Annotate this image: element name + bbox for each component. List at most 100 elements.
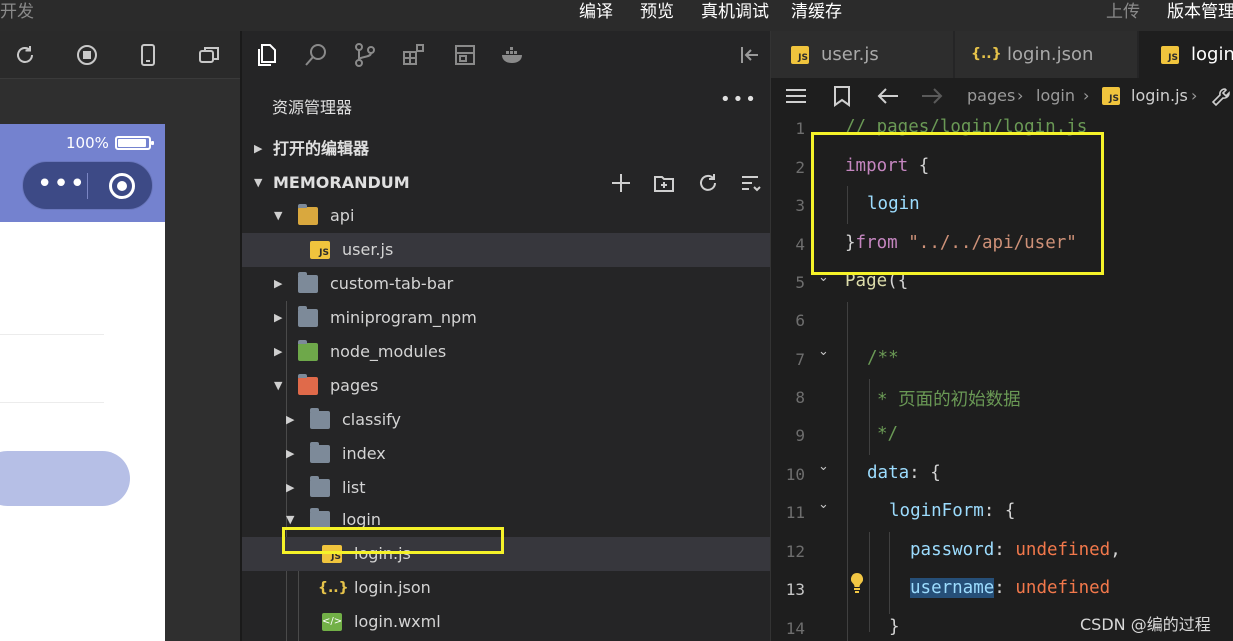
breadcrumb-item[interactable]: login <box>1036 78 1075 113</box>
open-editors-section[interactable]: ▶ 打开的编辑器 <box>242 133 772 165</box>
refresh-explorer-icon[interactable] <box>697 172 719 194</box>
more-dots-icon[interactable]: ••• <box>37 171 85 197</box>
lightbulb-icon[interactable] <box>849 572 865 594</box>
code-line-10[interactable]: data: { <box>867 463 941 483</box>
arrow-left-icon[interactable] <box>877 87 899 105</box>
chevron-right-icon: ▶ <box>286 413 295 426</box>
explorer-title: 资源管理器 <box>272 98 353 117</box>
tree-file-login-json[interactable]: {..} login.json <box>242 571 772 605</box>
list-icon[interactable] <box>785 87 807 105</box>
js-file-icon: JS <box>310 241 330 259</box>
tree-folder-index[interactable]: ▶ index <box>242 437 772 471</box>
code-line-8[interactable]: * 页面的初始数据 <box>877 386 1021 411</box>
tree-folder-list[interactable]: ▶ list <box>242 471 772 505</box>
new-file-icon[interactable] <box>610 172 632 194</box>
tree-folder-custom-tab-bar[interactable]: ▶ custom-tab-bar <box>242 267 772 301</box>
files-icon[interactable] <box>254 42 280 68</box>
tree-item-label: user.js <box>342 240 394 259</box>
fold-chevron-icon[interactable]: ⌄ <box>818 344 829 359</box>
line-number: 12 <box>785 542 805 561</box>
code-line-7[interactable]: /** <box>867 348 899 368</box>
code-line-3[interactable]: login <box>867 194 920 214</box>
menu-version[interactable]: 版本管理 <box>1167 0 1233 31</box>
menu-clear-cache[interactable]: 清缓存 <box>791 0 842 31</box>
tree-item-label: node_modules <box>330 342 447 361</box>
arrow-right-icon[interactable] <box>921 87 943 105</box>
more-actions-icon[interactable]: ••• <box>720 89 758 110</box>
stop-icon[interactable] <box>75 43 99 67</box>
js-file-icon: JS <box>791 46 809 64</box>
tree-item-label: api <box>330 206 355 225</box>
menu-compile[interactable]: 编译 <box>579 0 613 31</box>
new-folder-icon[interactable] <box>653 172 675 194</box>
breadcrumb-item[interactable]: login.js <box>1131 78 1188 113</box>
tab-user-js[interactable]: JS user.js <box>771 31 954 78</box>
menu-dev[interactable]: 开发 <box>0 0 34 31</box>
project-section[interactable]: ▼ MEMORANDUM <box>242 167 772 199</box>
tree-file-login-js[interactable]: JS login.js <box>242 537 772 571</box>
code-line-5[interactable]: Page({ <box>845 271 908 291</box>
docker-icon[interactable] <box>500 42 526 68</box>
tree-folder-login[interactable]: ▼ login <box>242 503 772 537</box>
tree-folder-pages[interactable]: ▼ pages <box>242 369 772 403</box>
menu-capsule[interactable]: ••• <box>22 161 153 210</box>
chevron-right-icon: ▶ <box>274 277 283 290</box>
editor-tabs: JS user.js {..} login.json JS login.js <box>771 31 1233 78</box>
pages-folder-icon <box>298 374 318 395</box>
menu-real-debug[interactable]: 真机调试 <box>701 0 769 31</box>
battery-icon <box>115 136 154 150</box>
tab-login-json[interactable]: {..} login.json <box>955 31 1138 78</box>
code-line-13[interactable]: username: undefined <box>910 578 1110 598</box>
tree-item-label: custom-tab-bar <box>330 274 454 293</box>
chevron-right-icon: › <box>1083 86 1090 105</box>
indent-guide <box>869 379 870 455</box>
explorer-panel: 资源管理器 ••• ▶ 打开的编辑器 ▼ MEMORANDUM ▼ api JS… <box>240 31 772 641</box>
tree-file-login-wxml[interactable]: </> login.wxml <box>242 605 772 639</box>
tree-item-label: login.wxml <box>354 612 441 631</box>
chevron-down-icon: ▼ <box>274 379 283 392</box>
tree-folder-miniprogram-npm[interactable]: ▶ miniprogram_npm <box>242 301 772 335</box>
folder-icon <box>310 408 330 429</box>
code-line-14[interactable]: } <box>889 617 900 637</box>
code-line-2[interactable]: import { <box>845 156 929 176</box>
source-control-icon[interactable] <box>352 42 378 68</box>
code-line-1[interactable]: // pages/login/login.js <box>845 117 1087 137</box>
folder-icon <box>298 306 318 327</box>
keyword: from <box>855 233 898 253</box>
layout-icon[interactable] <box>452 42 478 68</box>
refresh-icon[interactable] <box>13 43 37 67</box>
code-line-9[interactable]: */ <box>877 424 898 444</box>
code-token: ({ <box>887 271 909 291</box>
close-circle-icon[interactable] <box>109 173 135 199</box>
code-line-4[interactable]: }from "../../api/user" <box>845 233 1077 253</box>
tab-login-js[interactable]: JS login.js <box>1139 31 1233 78</box>
fold-chevron-icon[interactable]: ⌄ <box>818 459 829 474</box>
breadcrumb-item[interactable]: pages <box>967 78 1015 113</box>
phone-icon[interactable] <box>136 43 160 67</box>
fold-chevron-icon[interactable]: ⌄ <box>818 497 829 512</box>
window-icon[interactable] <box>197 43 221 67</box>
menu-preview[interactable]: 预览 <box>640 0 674 31</box>
extensions-icon[interactable] <box>401 42 427 68</box>
tree-file-user-js[interactable]: JS user.js <box>242 233 772 267</box>
tree-folder-node-modules[interactable]: ▶ node_modules <box>242 335 772 369</box>
line-number: 3 <box>795 196 805 215</box>
folder-open-icon <box>298 204 318 225</box>
bookmark-icon[interactable] <box>833 85 851 107</box>
function-name: Page <box>845 271 888 291</box>
code-line-11[interactable]: loginForm: { <box>889 501 1015 521</box>
fold-chevron-icon[interactable]: ⌄ <box>818 270 829 285</box>
line-number: 14 <box>785 619 805 638</box>
collapse-panel-icon[interactable] <box>738 42 764 68</box>
tree-folder-api[interactable]: ▼ api <box>242 199 772 233</box>
value: undefined <box>1015 578 1111 598</box>
code-line-12[interactable]: password: undefined, <box>910 540 1121 560</box>
indent-guide <box>847 186 848 224</box>
login-button[interactable] <box>0 451 130 506</box>
wrench-icon[interactable] <box>1211 87 1231 107</box>
search-icon[interactable] <box>303 42 329 68</box>
tree-folder-classify[interactable]: ▶ classify <box>242 403 772 437</box>
menu-upload[interactable]: 上传 <box>1106 0 1140 31</box>
collapse-all-icon[interactable] <box>740 172 762 194</box>
chevron-right-icon: › <box>1191 86 1198 105</box>
